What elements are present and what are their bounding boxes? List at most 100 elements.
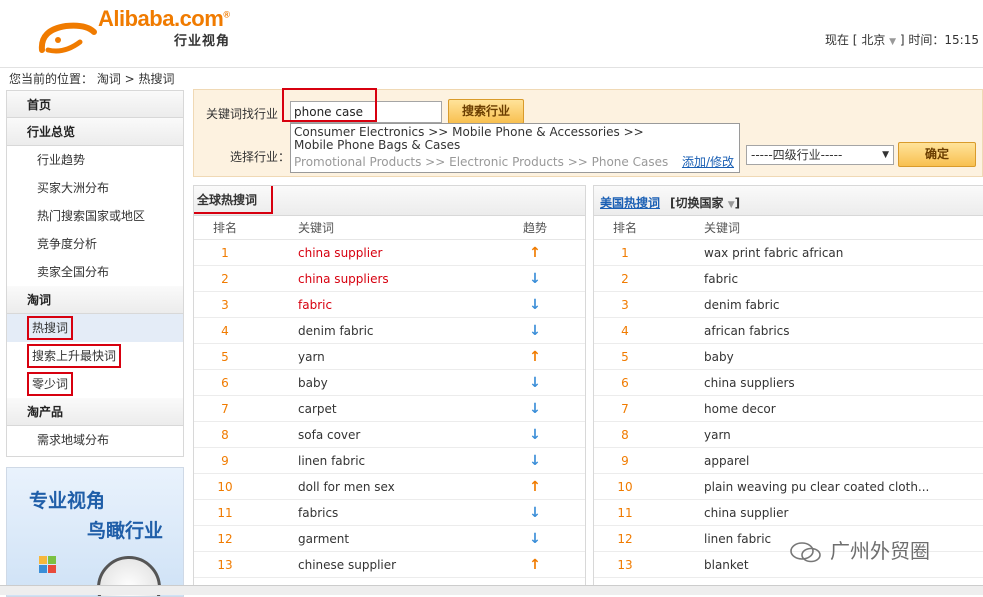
table-row: 8 yarn bbox=[594, 422, 983, 448]
keyword-link[interactable]: fabric bbox=[704, 266, 738, 292]
table-row: 11 china supplier bbox=[594, 500, 983, 526]
chevron-down-icon[interactable]: ▼ bbox=[889, 37, 896, 47]
search-industry-button[interactable]: 搜索行业 bbox=[448, 99, 524, 124]
keyword-link[interactable]: china supplier bbox=[298, 240, 382, 266]
keyword-link[interactable]: denim fabric bbox=[704, 292, 780, 318]
sidebar-item-hot-countries[interactable]: 热门搜索国家或地区 bbox=[6, 202, 184, 230]
global-hot-words-panel: 全球热搜词 排名 关键词 趋势 1 china supplier ↑ 2 china s… bbox=[193, 185, 586, 595]
table-row: 2 fabric bbox=[594, 266, 983, 292]
panel-title[interactable]: 全球热搜词 bbox=[197, 191, 257, 208]
keyword-link[interactable]: baby bbox=[704, 344, 734, 370]
rank-cell: 8 bbox=[621, 428, 629, 442]
logo-text[interactable]: Alibaba.com® bbox=[98, 6, 230, 32]
rank-cell: 5 bbox=[221, 350, 229, 364]
watermark-text: 广州外贸圈 bbox=[830, 539, 930, 563]
sidebar-home[interactable]: 首页 bbox=[6, 90, 184, 118]
promo-banner[interactable]: 专业视角 鸟瞰行业 bbox=[6, 467, 184, 597]
table-row: 3 fabric ↓ bbox=[194, 292, 585, 318]
arrow-down-icon: ↓ bbox=[529, 271, 541, 287]
breadcrumb: 您当前的位置： 淘词 > 热搜词 bbox=[9, 72, 175, 86]
table-row: 1 china supplier ↑ bbox=[194, 240, 585, 266]
arrow-down-icon: ↓ bbox=[529, 505, 541, 521]
keyword-label: 关键词找行业 bbox=[206, 107, 279, 121]
arrow-down-icon: ↓ bbox=[529, 401, 541, 417]
arrow-up-icon: ↑ bbox=[529, 245, 541, 261]
suggestion-item-cont[interactable]: Mobile Phone Bags & Cases bbox=[294, 139, 736, 152]
keyword-link[interactable]: china suppliers bbox=[298, 266, 389, 292]
pencil-icon bbox=[39, 556, 56, 573]
arrow-up-icon: ↑ bbox=[529, 349, 541, 365]
keyword-link[interactable]: denim fabric bbox=[298, 318, 374, 344]
level4-industry-select[interactable]: -----四级行业----- ▼ bbox=[746, 145, 894, 165]
rank-cell: 8 bbox=[221, 428, 229, 442]
chevron-down-icon[interactable]: ▼ bbox=[882, 146, 889, 164]
search-panel: 关键词找行业 搜索行业 选择行业： Consumer Electronics >… bbox=[193, 88, 983, 177]
keyword-link[interactable]: china suppliers bbox=[704, 370, 795, 396]
table-header: 排名 关键词 趋势 bbox=[194, 216, 585, 240]
keyword-link[interactable]: fabrics bbox=[298, 500, 338, 526]
rank-cell: 2 bbox=[221, 272, 229, 286]
keyword-link[interactable]: fabric bbox=[298, 292, 332, 318]
suggestion-item-2[interactable]: Promotional Products >> Electronic Produ… bbox=[294, 156, 736, 169]
keyword-link[interactable]: baby bbox=[298, 370, 328, 396]
rank-cell: 11 bbox=[617, 506, 633, 520]
keyword-link[interactable]: linen fabric bbox=[298, 448, 365, 474]
sidebar-item-demand-region[interactable]: 需求地域分布 bbox=[6, 426, 184, 454]
logo-subtitle: 行业视角 bbox=[174, 34, 231, 49]
rank-cell: 9 bbox=[621, 454, 629, 468]
header: Alibaba.com® 行业视角 现在 [ 北京 ▼ ] 时间：15:15 bbox=[0, 0, 983, 68]
alibaba-logo-icon[interactable] bbox=[36, 20, 98, 58]
sidebar-item-competition[interactable]: 竞争度分析 bbox=[6, 230, 184, 258]
sidebar-item-buyer-continent[interactable]: 买家大洲分布 bbox=[6, 174, 184, 202]
rank-cell: 10 bbox=[617, 480, 633, 494]
table-row: 4 denim fabric ↓ bbox=[194, 318, 585, 344]
keyword-link[interactable]: plain weaving pu clear coated cloth... bbox=[704, 474, 929, 500]
sidebar-item-seller-distribution[interactable]: 卖家全国分布 bbox=[6, 258, 184, 286]
arrow-up-icon: ↑ bbox=[529, 479, 541, 495]
panel-header: 全球热搜词 bbox=[194, 186, 585, 216]
keyword-link[interactable]: yarn bbox=[298, 344, 325, 370]
rank-cell: 12 bbox=[217, 532, 233, 546]
rank-cell: 11 bbox=[217, 506, 233, 520]
country-panel-title[interactable]: 美国热搜词 bbox=[600, 194, 660, 211]
chevron-down-icon[interactable]: ▼ bbox=[728, 200, 735, 210]
keyword-link[interactable]: linen fabric bbox=[704, 526, 771, 552]
keyword-link[interactable]: sofa cover bbox=[298, 422, 360, 448]
promo-line2: 鸟瞰行业 bbox=[87, 520, 164, 542]
keyword-link[interactable]: african fabrics bbox=[704, 318, 790, 344]
rank-cell: 10 bbox=[217, 480, 233, 494]
sidebar-item-rare-words[interactable]: 零少词 bbox=[6, 370, 184, 398]
arrow-down-icon: ↓ bbox=[529, 453, 541, 469]
add-edit-link[interactable]: 添加/修改 bbox=[682, 156, 734, 169]
select-industry-label: 选择行业： bbox=[230, 150, 291, 164]
table-row: 7 carpet ↓ bbox=[194, 396, 585, 422]
sidebar-item-industry-trend[interactable]: 行业趋势 bbox=[6, 146, 184, 174]
switch-country-button[interactable]: [切换国家 ▼] bbox=[670, 194, 740, 211]
city-select[interactable]: 北京 bbox=[861, 33, 885, 47]
table-row: 9 linen fabric ↓ bbox=[194, 448, 585, 474]
sidebar-section-overview[interactable]: 行业总览 bbox=[6, 118, 184, 146]
sidebar-item-hot-words[interactable]: 热搜词 bbox=[6, 314, 184, 342]
rank-cell: 5 bbox=[621, 350, 629, 364]
header-time: 现在 [ 北京 ▼ ] 时间：15:15 bbox=[824, 33, 979, 47]
keyword-link[interactable]: garment bbox=[298, 526, 349, 552]
keyword-link[interactable]: yarn bbox=[704, 422, 731, 448]
keyword-link[interactable]: apparel bbox=[704, 448, 749, 474]
keyword-link[interactable]: wax print fabric african bbox=[704, 240, 843, 266]
keyword-link[interactable]: chinese supplier bbox=[298, 552, 396, 578]
confirm-button[interactable]: 确定 bbox=[898, 142, 976, 167]
rank-cell: 7 bbox=[221, 402, 229, 416]
keyword-link[interactable]: blanket bbox=[704, 552, 749, 578]
table-row: 6 china suppliers bbox=[594, 370, 983, 396]
sidebar-item-rising-words[interactable]: 搜索上升最快词 bbox=[6, 342, 184, 370]
keyword-link[interactable]: china supplier bbox=[704, 500, 788, 526]
rank-cell: 3 bbox=[221, 298, 229, 312]
table-row: 7 home decor bbox=[594, 396, 983, 422]
keyword-link[interactable]: doll for men sex bbox=[298, 474, 395, 500]
arrow-down-icon: ↓ bbox=[529, 531, 541, 547]
sidebar-section-taochanpin[interactable]: 淘产品 bbox=[6, 398, 184, 426]
sidebar-section-taoci[interactable]: 淘词 bbox=[6, 286, 184, 314]
bottom-scrollbar[interactable] bbox=[0, 585, 983, 595]
keyword-link[interactable]: home decor bbox=[704, 396, 776, 422]
keyword-link[interactable]: carpet bbox=[298, 396, 337, 422]
